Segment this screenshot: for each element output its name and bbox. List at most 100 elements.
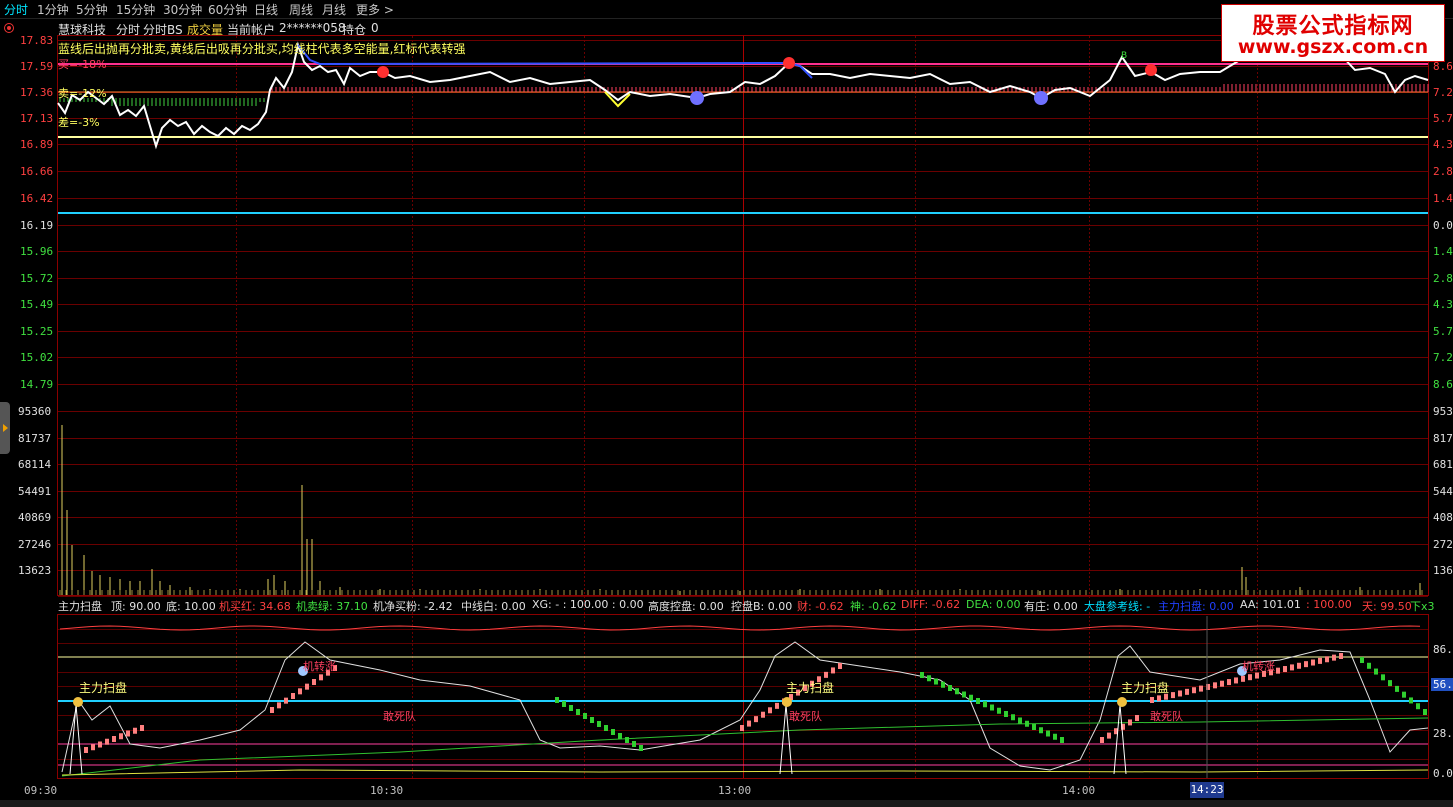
indicator-block [1178, 690, 1182, 697]
indicator-current-tag: 56.4 [1431, 678, 1453, 691]
indicator-block [133, 727, 137, 734]
sweep-label: 主力扫盘 [786, 681, 835, 695]
indicator-block [962, 691, 966, 698]
machine-up-label: 机转涨 [303, 660, 336, 673]
indicator-block [1107, 732, 1111, 739]
indicator-white-line [61, 641, 1429, 773]
indicator-block [1332, 654, 1336, 661]
indicator-block [1135, 715, 1139, 721]
indicator-block [1157, 695, 1161, 702]
volume-tick: 1362 [1433, 564, 1453, 577]
red-signal-icon [1145, 64, 1157, 76]
indicator-block [1004, 711, 1008, 717]
dare-die-label: 敢死队 [789, 710, 822, 723]
red-signal-icon [377, 66, 389, 78]
indicator-value: : 100.00 [1306, 598, 1352, 611]
volume-tick: 27246 [18, 538, 52, 551]
sweep-label: 主力扫盘 [1121, 681, 1170, 695]
indicator-block [1339, 653, 1343, 659]
volume-tick: 5449 [1433, 485, 1453, 498]
pct-tick: 2.8 [1433, 165, 1453, 178]
volume-tick: 2724 [1433, 538, 1453, 551]
price-tick: 15.02 [20, 351, 54, 364]
indicator-value: 财: -0.62 [797, 600, 844, 613]
volume-tick: 6811 [1433, 458, 1453, 471]
indicator-value: AA: 101.01 [1240, 598, 1301, 611]
intraday-chart: B [57, 35, 1429, 779]
indicator-block [1150, 697, 1154, 703]
indicator-block [298, 688, 302, 695]
indicator-block [119, 733, 123, 740]
indicator-value: 高度控盘: 0.00 [648, 600, 724, 613]
indicator-block [305, 683, 309, 690]
indicator-block [1416, 703, 1420, 710]
indicator-block [1283, 666, 1287, 673]
indicator-block [611, 729, 615, 735]
indicator-block [997, 707, 1001, 714]
indicator-tick: 0.00 [1433, 767, 1453, 780]
price-tick: 15.25 [20, 325, 54, 338]
current-time-marker: 14:23 [1190, 782, 1224, 798]
volume-bars [59, 425, 1423, 595]
machine-up-label: 机转涨 [1242, 660, 1275, 673]
indicator-value: XG: - : 100.00 : 0.00 [532, 598, 644, 611]
buy-tag: 买=-18% [58, 58, 107, 71]
indicator-value: DIFF: -0.62 [901, 598, 961, 611]
indicator-block [1100, 737, 1104, 743]
indicator-block [569, 705, 573, 711]
indicator-block [1409, 697, 1413, 704]
indicator-value: 机买红: 34.68 [219, 600, 291, 613]
indicator-block [1290, 664, 1294, 671]
indicator-block [976, 698, 980, 704]
pct-tick: 4.34 [1433, 298, 1453, 311]
time-tick: 13:00 [718, 784, 752, 797]
face-icon [690, 91, 704, 105]
pct-tick: 0.00 [1433, 219, 1453, 232]
indicator-yellow-line [61, 769, 1429, 776]
indicator-block [1360, 657, 1364, 663]
pct-tick: 5.7 [1433, 112, 1453, 125]
indicator-block [1402, 691, 1406, 698]
price-tick: 16.89 [20, 138, 54, 151]
indicator-value[interactable]: 主力扫盘 [58, 598, 102, 614]
price-tick: 14.79 [20, 378, 54, 391]
price-tick: 17.59 [20, 60, 54, 73]
indicator-block [1025, 720, 1029, 727]
time-tick: 10:30 [370, 784, 404, 797]
indicator-block [618, 733, 622, 739]
price-tick: 15.72 [20, 272, 54, 285]
indicator-block [920, 672, 924, 678]
indicator-block [1311, 659, 1315, 666]
side-panel-toggle[interactable] [0, 402, 10, 454]
volume-tick: 95360 [18, 405, 52, 418]
indicator-block [1381, 674, 1385, 681]
indicator-block [105, 738, 109, 745]
face-icon [1034, 91, 1048, 105]
indicator-block [126, 730, 130, 737]
indicator-block [1241, 675, 1245, 682]
indicator-value: 机卖绿: 37.10 [296, 600, 368, 613]
pct-tick: 1.4 [1433, 192, 1453, 205]
volume-tick: 9536 [1433, 405, 1453, 418]
diff-tag: 差=-3% [58, 116, 100, 129]
indicator-block [761, 711, 765, 718]
indicator-block [632, 741, 636, 747]
indicator-value: 神: -0.62 [850, 600, 897, 613]
indicator-value: 底: 10.00 [166, 600, 216, 613]
pct-tick: 5.79 [1433, 325, 1453, 338]
indicator-block [1234, 677, 1238, 684]
indicator-block [597, 721, 601, 727]
indicator-value-bar: 主力扫盘 顶: 90.00 底: 10.00 机买红: 34.68 机卖绿: 3… [0, 597, 1453, 614]
indicator-block [84, 747, 88, 753]
indicator-block [604, 725, 608, 731]
indicator-block [983, 701, 987, 708]
dare-die-label: 敢死队 [1150, 710, 1183, 723]
indicator-block [1248, 674, 1252, 681]
pct-tick: 7.23 [1433, 351, 1453, 364]
indicator-block [312, 679, 316, 685]
indicator-value: 天: 99.50 [1362, 600, 1412, 613]
indicator-block [1276, 667, 1280, 674]
indicator-block [98, 741, 102, 748]
indicator-block [1220, 680, 1224, 687]
indicator-block [1128, 719, 1132, 726]
